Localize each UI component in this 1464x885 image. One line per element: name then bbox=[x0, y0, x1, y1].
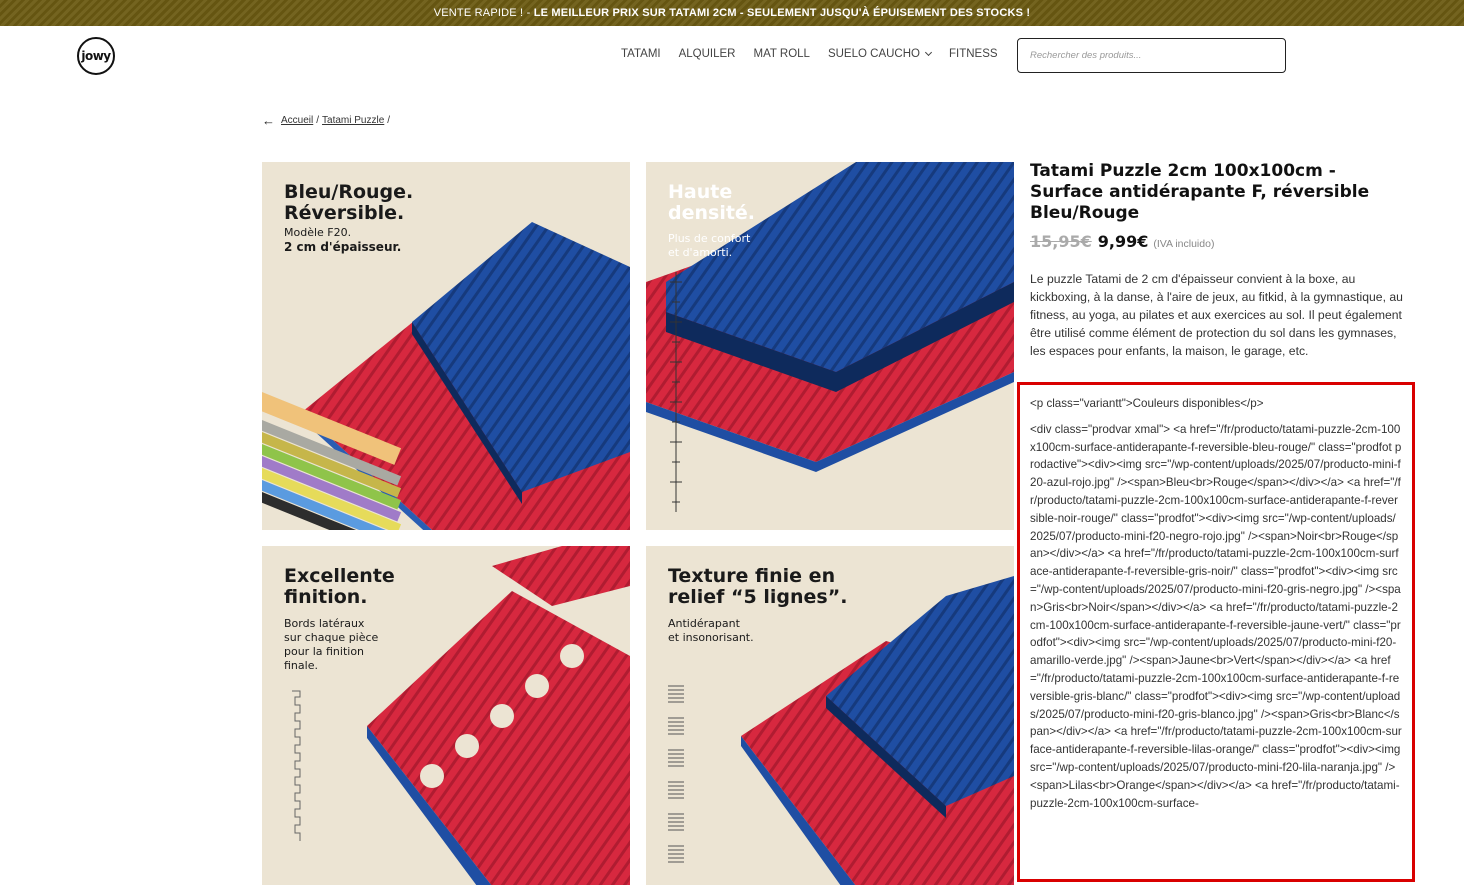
promo-prefix: VENTE RAPIDE ! - bbox=[433, 7, 534, 19]
tax-note: (IVA incluido) bbox=[1153, 238, 1215, 250]
nav-item-tatami[interactable]: TATAMI bbox=[621, 48, 661, 60]
promo-text: LE MEILLEUR PRIX SUR TATAMI 2CM - SEULEM… bbox=[533, 7, 1031, 19]
chevron-down-icon bbox=[924, 48, 933, 57]
back-arrow-icon[interactable]: ← bbox=[262, 113, 275, 128]
breadcrumb-separator: / bbox=[316, 115, 320, 126]
nav-label: MAT ROLL bbox=[753, 48, 810, 60]
gallery-image-4[interactable]: Texture finie en relief “5 lignes”. Anti… bbox=[646, 546, 1014, 885]
tile-title: Bleu/Rouge. Réversible. bbox=[284, 181, 414, 224]
texture-lines-icon bbox=[668, 685, 684, 863]
nav-label: SUELO CAUCHO bbox=[827, 48, 920, 60]
gallery-image-2[interactable]: Haute densité. Plus de confort et d'amor… bbox=[646, 162, 1014, 530]
tile-subtitle: Plus de confort et d'amorti. bbox=[668, 232, 751, 259]
nav-label: ALQUILER bbox=[678, 48, 736, 60]
logo-text: jowy bbox=[81, 49, 111, 63]
site-logo[interactable]: jowy bbox=[77, 37, 115, 75]
nav-item-alquiler[interactable]: ALQUILER bbox=[679, 48, 736, 60]
search-input[interactable]: Rechercher des produits... bbox=[1017, 38, 1286, 73]
breadcrumb-category[interactable]: Tatami Puzzle bbox=[322, 115, 384, 126]
sale-price: 9,99€ bbox=[1097, 232, 1149, 251]
nav-item-mat-roll[interactable]: MAT ROLL bbox=[754, 48, 810, 60]
raw-html-block: <p class="variantt">Couleurs disponibles… bbox=[1017, 382, 1415, 882]
tile-title: Texture finie en relief “5 lignes”. bbox=[668, 565, 848, 608]
edge-profile-icon bbox=[292, 690, 301, 841]
old-price: 15,95€ bbox=[1030, 232, 1092, 251]
product-description: Le puzzle Tatami de 2 cm d'épaisseur con… bbox=[1030, 272, 1403, 358]
tile-subtitle: Modèle F20. bbox=[284, 226, 352, 239]
tile-title: Haute densité. bbox=[668, 181, 756, 224]
breadcrumb-separator: / bbox=[387, 115, 391, 126]
tile-subtitle: Antidérapant et insonorisant. bbox=[668, 617, 754, 644]
breadcrumb: ← Accueil / Tatami Puzzle / bbox=[262, 113, 393, 128]
price-row: 15,95€ 9,99€ (IVA incluido) bbox=[1030, 232, 1214, 251]
tile-subtitle-bold: 2 cm d'épaisseur. bbox=[284, 240, 402, 254]
nav-label: TATAMI bbox=[621, 48, 661, 60]
tile-title: Excellente finition. bbox=[284, 565, 395, 608]
raw-html-line: <p class="variantt">Couleurs disponibles… bbox=[1030, 397, 1264, 410]
nav-item-suelo-caucho[interactable]: SUELO CAUCHO bbox=[827, 48, 933, 60]
gallery-image-1[interactable]: Bleu/Rouge. Réversible. Modèle F20. 2 cm… bbox=[262, 162, 630, 530]
raw-html-variants: <div class="prodvar xmal"> <a href="/fr/… bbox=[1030, 422, 1402, 810]
breadcrumb-home[interactable]: Accueil bbox=[281, 115, 313, 126]
gallery-image-3[interactable]: Excellente finition. Bords latéraux sur … bbox=[262, 546, 630, 885]
main-nav: TATAMI ALQUILER MAT ROLL SUELO CAUCHO FI… bbox=[621, 48, 1016, 60]
nav-label: FITNESS bbox=[948, 48, 998, 60]
tile-subtitle: Bords latéraux sur chaque pièce pour la … bbox=[284, 617, 379, 672]
promo-bar: VENTE RAPIDE ! - LE MEILLEUR PRIX SUR TA… bbox=[0, 0, 1464, 26]
nav-item-fitness[interactable]: FITNESS bbox=[949, 48, 998, 60]
product-title: Tatami Puzzle 2cm 100x100cm - Surface an… bbox=[1030, 161, 1370, 223]
